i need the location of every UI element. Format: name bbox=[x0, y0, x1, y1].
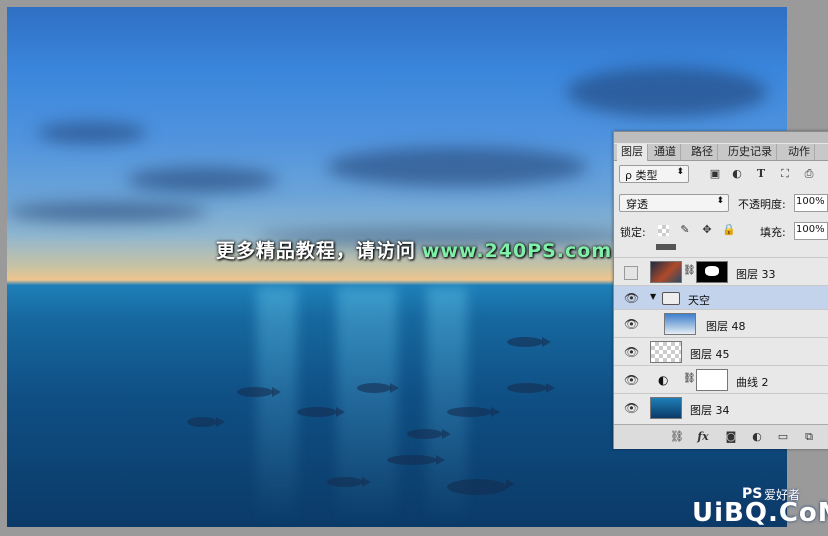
eye-icon[interactable]: 👁 bbox=[624, 401, 639, 415]
type-filter-icon[interactable]: T bbox=[754, 167, 768, 181]
tab-paths[interactable]: 路径 bbox=[687, 144, 718, 160]
tab-history[interactable]: 历史记录 bbox=[724, 144, 777, 160]
fish bbox=[507, 337, 551, 347]
layer-thumbnail bbox=[650, 341, 682, 363]
cloud bbox=[127, 167, 277, 193]
lock-all-icon[interactable]: 🔒 bbox=[722, 223, 736, 237]
lock-move-icon[interactable]: ✥ bbox=[700, 223, 714, 237]
fill-value: 100% bbox=[796, 224, 825, 235]
tab-channels[interactable]: 通道 bbox=[650, 144, 681, 160]
layer-row-34[interactable]: 👁 图层 34 bbox=[614, 393, 828, 422]
fish bbox=[407, 429, 451, 439]
layer-partial bbox=[656, 244, 676, 250]
fish bbox=[327, 477, 371, 487]
tab-actions[interactable]: 动作 bbox=[784, 144, 815, 160]
new-adjustment-icon[interactable]: ◐ bbox=[750, 430, 764, 444]
add-mask-icon[interactable]: ◙ bbox=[724, 430, 738, 444]
fish bbox=[237, 387, 281, 397]
tab-layers[interactable]: 图层 bbox=[617, 144, 648, 161]
fish bbox=[187, 417, 225, 427]
logo-big: UiBQ.CoM bbox=[692, 498, 828, 528]
fish bbox=[357, 383, 399, 393]
blend-mode-value: 穿透 bbox=[626, 198, 648, 211]
eye-icon[interactable]: 👁 bbox=[624, 317, 639, 331]
layers-panel: 图层 通道 路径 历史记录 动作 ρ 类型 ⬍ ▣ ◐ T ⛶ ⎙ 穿透 ⬍ 不… bbox=[613, 131, 828, 449]
layer-row[interactable] bbox=[614, 244, 828, 257]
layer-name: 图层 48 bbox=[706, 320, 746, 333]
folder-icon bbox=[662, 292, 680, 305]
panel-tabs: 图层 通道 路径 历史记录 动作 bbox=[614, 144, 828, 161]
cloud bbox=[567, 67, 767, 117]
layer-name: 图层 34 bbox=[690, 404, 730, 417]
layer-style-icon[interactable]: fx bbox=[696, 430, 710, 444]
layer-row-48[interactable]: 👁 图层 48 bbox=[614, 309, 828, 338]
watermark-label: 更多精品教程，请访问 bbox=[215, 240, 416, 262]
link-icon: ⛓ bbox=[683, 265, 696, 276]
fish bbox=[447, 407, 500, 417]
light-ray bbox=[257, 287, 297, 527]
eye-icon[interactable]: 👁 bbox=[624, 345, 639, 359]
layer-row-33[interactable]: ⛓ 图层 33 bbox=[614, 257, 828, 286]
chevron-updown-icon: ⬍ bbox=[716, 196, 724, 206]
image-filter-icon[interactable]: ▣ bbox=[708, 167, 722, 181]
shape-filter-icon[interactable]: ⛶ bbox=[778, 167, 792, 181]
chevron-down-icon[interactable]: ▼ bbox=[650, 292, 656, 301]
opacity-input[interactable]: 100% bbox=[794, 194, 828, 212]
fish bbox=[297, 407, 345, 417]
opacity-value: 100% bbox=[796, 196, 825, 207]
filter-label: ρ 类型 bbox=[625, 169, 658, 182]
layer-row-45[interactable]: 👁 图层 45 bbox=[614, 337, 828, 366]
panel-collapse-bar[interactable] bbox=[614, 132, 828, 143]
layer-group-sky[interactable]: 👁 ▼ 天空 bbox=[614, 285, 828, 310]
lock-transparency-icon[interactable] bbox=[658, 225, 669, 236]
adjustment-filter-icon[interactable]: ◐ bbox=[730, 167, 744, 181]
layer-name: 曲线 2 bbox=[736, 376, 769, 389]
light-ray bbox=[337, 287, 397, 527]
cloud bbox=[37, 122, 147, 144]
mask-thumbnail bbox=[696, 261, 728, 283]
cloud bbox=[7, 202, 207, 222]
layer-filter-select[interactable]: ρ 类型 ⬍ bbox=[619, 165, 689, 183]
visibility-toggle[interactable] bbox=[624, 266, 638, 280]
fish bbox=[447, 479, 515, 495]
layer-name: 天空 bbox=[688, 294, 710, 307]
site-logo: PS 爱好者 UiBQ.CoM bbox=[692, 486, 828, 532]
layer-name: 图层 45 bbox=[690, 348, 730, 361]
cloud bbox=[327, 147, 587, 187]
eye-icon[interactable]: 👁 bbox=[624, 291, 639, 305]
layers-list: ⛓ 图层 33 👁 ▼ 天空 👁 图层 48 👁 图层 45 👁 ◐ ⛓ 曲线 … bbox=[614, 244, 828, 424]
new-group-icon[interactable]: ▭ bbox=[776, 430, 790, 444]
layer-name: 图层 33 bbox=[736, 268, 776, 281]
watermark-url: www.240PS.com bbox=[421, 240, 613, 262]
link-layers-icon[interactable]: ⛓ bbox=[670, 430, 684, 444]
layer-thumbnail bbox=[650, 261, 682, 283]
lock-brush-icon[interactable]: ✎ bbox=[678, 223, 692, 237]
fish bbox=[387, 455, 445, 465]
layer-row-curves-2[interactable]: 👁 ◐ ⛓ 曲线 2 bbox=[614, 365, 828, 394]
panel-bottom-bar: ⛓ fx ◙ ◐ ▭ ⧉ bbox=[614, 424, 828, 449]
fill-input[interactable]: 100% bbox=[794, 222, 828, 240]
layer-thumbnail bbox=[650, 397, 682, 419]
lock-label: 锁定: bbox=[620, 226, 646, 239]
opacity-label: 不透明度: bbox=[738, 198, 786, 211]
chevron-updown-icon: ⬍ bbox=[676, 167, 684, 177]
smart-object-filter-icon[interactable]: ⎙ bbox=[802, 167, 816, 181]
eye-icon[interactable]: 👁 bbox=[624, 373, 639, 387]
fill-label: 填充: bbox=[760, 226, 786, 239]
mask-thumbnail bbox=[696, 369, 728, 391]
adjustment-layer-icon: ◐ bbox=[658, 373, 669, 387]
link-icon: ⛓ bbox=[683, 373, 696, 384]
new-layer-icon[interactable]: ⧉ bbox=[802, 430, 816, 444]
layer-thumbnail bbox=[664, 313, 696, 335]
fish bbox=[507, 383, 555, 393]
blend-mode-select[interactable]: 穿透 ⬍ bbox=[619, 194, 729, 212]
